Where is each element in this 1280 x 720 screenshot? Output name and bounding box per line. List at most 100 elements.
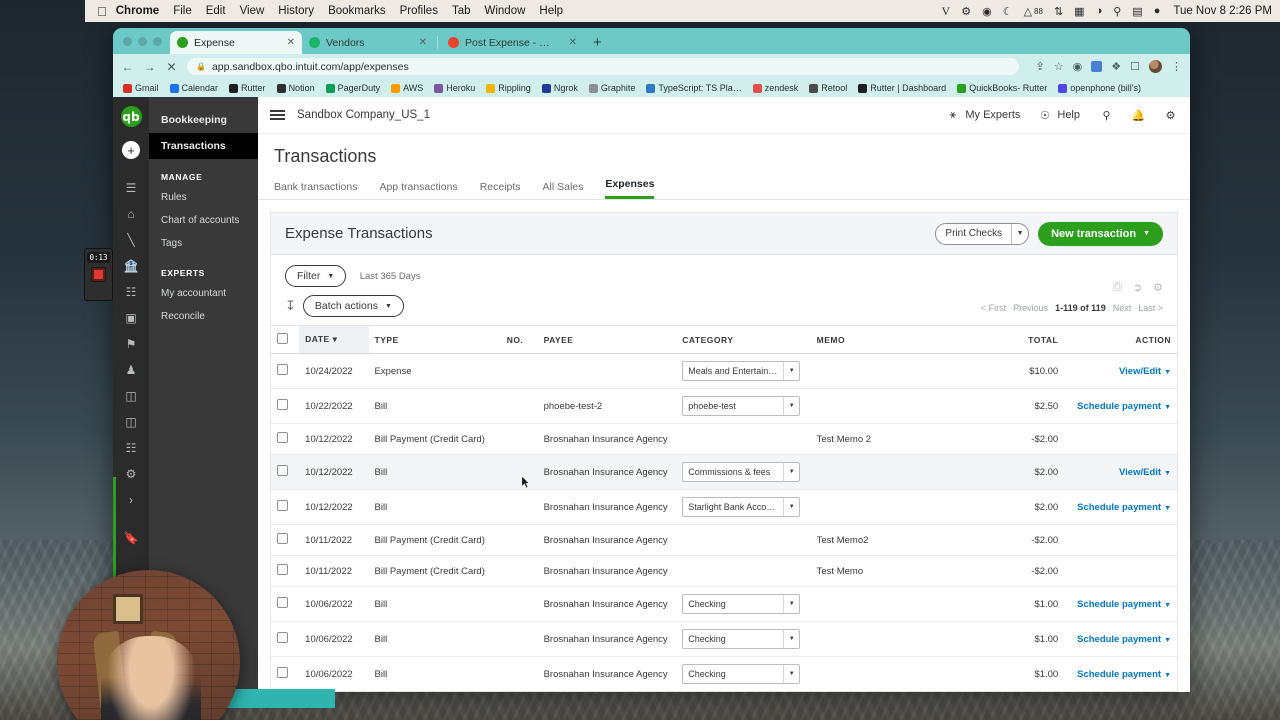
profile-avatar[interactable] xyxy=(1149,60,1162,73)
menu-item-window[interactable]: Window xyxy=(485,5,526,17)
column-header-type[interactable]: TYPE xyxy=(368,325,501,354)
print-checks-button[interactable]: Print Checks ▼ xyxy=(935,222,1030,245)
bookmark-item[interactable]: Rippling xyxy=(482,83,535,93)
chevron-down-icon[interactable]: ▼ xyxy=(783,630,799,648)
pagination-next[interactable]: Next xyxy=(1113,303,1132,313)
bookmark-item[interactable]: Notion xyxy=(273,83,319,93)
table-row[interactable]: 10/11/2022 Bill Payment (Credit Card) Bros… xyxy=(271,555,1177,587)
expand-icon[interactable]: › xyxy=(118,487,144,513)
stop-recording-button[interactable] xyxy=(91,267,106,282)
column-header-no[interactable]: NO. xyxy=(500,325,538,354)
bell-icon[interactable]: 🔔 xyxy=(1131,108,1146,123)
chevron-down-icon[interactable]: ▼ xyxy=(783,498,799,516)
siri-icon[interactable]: ● xyxy=(1154,5,1161,17)
bluetooth-icon[interactable]: ⇅ xyxy=(1054,5,1063,18)
extension-color-icon[interactable] xyxy=(1091,61,1103,72)
row-checkbox[interactable] xyxy=(277,564,288,575)
chevron-down-icon[interactable]: ▼ xyxy=(1164,637,1171,644)
browser-tab-vendors[interactable]: Vendors ✕ xyxy=(302,31,434,54)
menu-item-profiles[interactable]: Profiles xyxy=(400,5,438,17)
bookmark-icon[interactable]: 🔖 xyxy=(118,525,144,551)
chart-icon[interactable]: ╲ xyxy=(118,227,144,253)
row-checkbox[interactable] xyxy=(277,364,288,375)
filter-button[interactable]: Filter ▼ xyxy=(285,265,347,287)
column-header-category[interactable]: CATEGORY xyxy=(676,325,811,354)
customers-icon[interactable]: ♟ xyxy=(118,357,144,383)
new-transaction-button[interactable]: New transaction ▼ xyxy=(1038,221,1163,246)
spotlight-search-icon[interactable]: ⚲ xyxy=(1113,5,1121,18)
category-select[interactable]: Commissions & fees ▼ xyxy=(682,462,801,482)
action-link[interactable]: Schedule payment ▼ xyxy=(1077,634,1171,645)
settings-gear-icon[interactable]: ⚙ xyxy=(1153,281,1163,294)
sidebar-item-tags[interactable]: Tags xyxy=(149,232,258,255)
category-select[interactable]: Starlight Bank Account ▼ xyxy=(682,497,801,517)
bank-icon[interactable]: 🏦 xyxy=(118,253,144,279)
screen-recorder-widget[interactable]: 0:13 xyxy=(84,248,113,301)
chevron-down-icon[interactable]: ▼ xyxy=(783,463,799,481)
forward-button[interactable]: → xyxy=(143,60,156,74)
close-tab-icon[interactable]: ✕ xyxy=(561,37,577,48)
payroll-icon[interactable]: ◫ xyxy=(118,409,144,435)
record-icon[interactable]: ◉ xyxy=(982,5,992,18)
menu-item-history[interactable]: History xyxy=(278,5,314,17)
back-button[interactable]: ← xyxy=(121,60,134,74)
chevron-down-icon[interactable]: ▼ xyxy=(783,397,799,415)
moon-icon[interactable]: ☾ xyxy=(1003,5,1013,18)
table-row[interactable]: 10/06/2022 Bill Brosnahan Insurance Agency… xyxy=(271,656,1177,691)
close-window-button[interactable] xyxy=(123,36,132,46)
share-icon[interactable]: ⇪ xyxy=(1036,60,1045,73)
chevron-down-icon[interactable]: ▼ xyxy=(1011,223,1028,244)
transactions-icon[interactable]: ☷ xyxy=(118,279,144,305)
search-icon[interactable]: ⚲ xyxy=(1099,108,1114,123)
menu-icon[interactable]: ☰ xyxy=(118,175,144,201)
extension-icon[interactable]: ◉ xyxy=(1073,60,1083,73)
bookmark-item[interactable]: Graphite xyxy=(585,83,640,93)
bookmark-item[interactable]: Heroku xyxy=(430,83,479,93)
row-checkbox[interactable] xyxy=(277,399,288,410)
menu-item-chrome[interactable]: Chrome xyxy=(116,5,159,17)
category-select[interactable]: Checking ▼ xyxy=(682,594,801,614)
extensions-puzzle-icon[interactable]: ❖ xyxy=(1111,60,1121,73)
apps-icon[interactable]: ☷ xyxy=(118,435,144,461)
column-header-date[interactable]: DATE ▾ xyxy=(299,325,369,354)
bookmark-item[interactable]: QuickBooks- Rutter xyxy=(953,83,1051,93)
menu-item-bookmarks[interactable]: Bookmarks xyxy=(328,5,386,17)
arc-icon[interactable]: △ 88 xyxy=(1024,5,1043,18)
chevron-down-icon[interactable]: ▼ xyxy=(783,595,799,613)
column-header-total[interactable]: TOTAL xyxy=(940,325,1065,354)
expenses-icon[interactable]: ◫ xyxy=(118,383,144,409)
sidebar-item-my-accountant[interactable]: My accountant xyxy=(149,282,258,305)
new-tab-button[interactable]: + xyxy=(593,34,602,51)
tab-expenses[interactable]: Expenses xyxy=(605,178,655,199)
row-checkbox[interactable] xyxy=(277,533,288,544)
chevron-down-icon[interactable]: ▼ xyxy=(783,362,799,380)
download-arrow-icon[interactable]: ↧ xyxy=(285,298,296,314)
table-row[interactable]: 10/12/2022 Bill Brosnahan Insurance Agency… xyxy=(271,454,1177,490)
pagination-last[interactable]: Last > xyxy=(1138,303,1163,313)
reports-icon[interactable]: ▣ xyxy=(118,305,144,331)
action-link[interactable]: Schedule payment ▼ xyxy=(1077,401,1171,412)
table-row[interactable]: 10/22/2022 Bill phoebe-test-2 phoebe-test ▼ $… xyxy=(271,388,1177,424)
print-icon[interactable]: ⎙ xyxy=(1113,281,1122,294)
control-center-icon[interactable]: ▤ xyxy=(1132,5,1142,18)
bookmark-item[interactable]: TypeScript: TS Pla… xyxy=(642,83,745,93)
row-checkbox[interactable] xyxy=(277,632,288,643)
category-select[interactable]: Checking ▼ xyxy=(682,629,801,649)
maximize-window-button[interactable] xyxy=(153,36,162,46)
bookmark-item[interactable]: Retool xyxy=(805,83,851,93)
menu-bar-clock[interactable]: Tue Nov 8 2:26 PM xyxy=(1173,5,1272,17)
sales-icon[interactable]: ⚑ xyxy=(118,331,144,357)
my-experts-button[interactable]: ⚹ My Experts xyxy=(945,108,1021,123)
sidebar-item-rules[interactable]: Rules xyxy=(149,186,258,209)
column-header-payee[interactable]: PAYEE xyxy=(537,325,677,354)
stop-button[interactable]: ✕ xyxy=(165,60,178,74)
browser-tab-expense[interactable]: Expense ✕ xyxy=(170,31,302,54)
export-icon[interactable]: ➲ xyxy=(1133,281,1142,294)
tools-icon[interactable]: ⚙ xyxy=(118,461,144,487)
quickbooks-logo-icon[interactable]: qb xyxy=(120,106,142,127)
vpn-v-icon[interactable]: V xyxy=(942,4,951,19)
bookmark-item[interactable]: Rutter | Dashboard xyxy=(854,83,950,93)
chevron-down-icon[interactable]: ▼ xyxy=(1164,505,1171,512)
select-all-checkbox[interactable] xyxy=(277,333,288,344)
menu-item-help[interactable]: Help xyxy=(539,5,563,17)
